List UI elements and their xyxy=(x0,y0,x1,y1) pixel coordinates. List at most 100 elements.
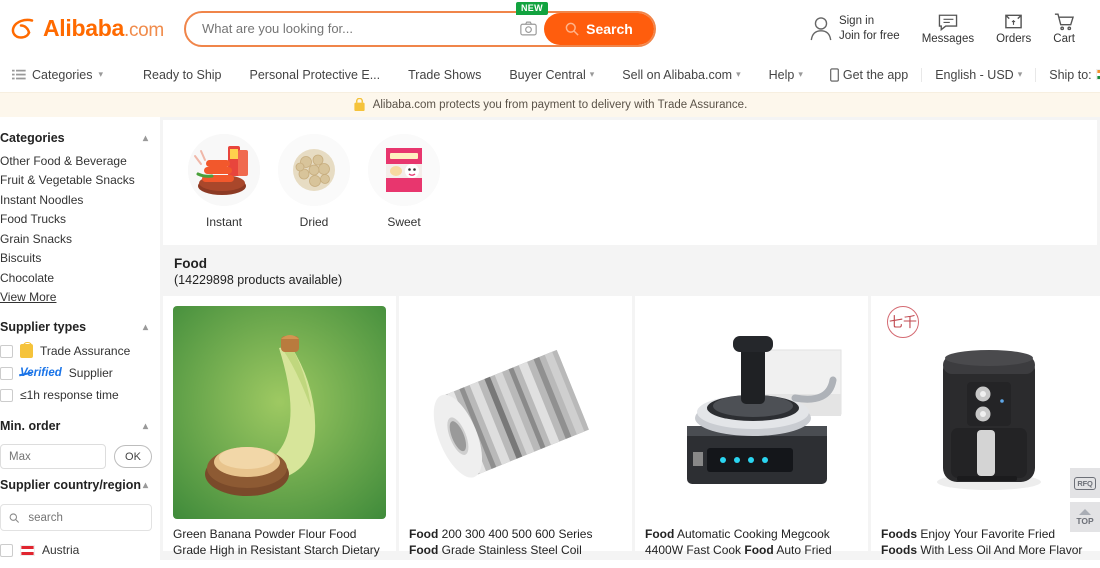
site-header: Alibaba.com Search NEW Sign in xyxy=(0,0,1100,57)
mobile-phone-icon xyxy=(830,67,839,82)
india-flag-icon xyxy=(1095,69,1100,80)
sidebar-view-more-link[interactable]: View More xyxy=(0,288,160,308)
sidebar-section-supplier-types-header[interactable]: Supplier types ▴ xyxy=(0,316,160,340)
category-label: Dried xyxy=(299,215,329,229)
checkbox[interactable] xyxy=(0,344,13,358)
nav-item-label: Trade Shows xyxy=(408,67,482,82)
image-search-camera-icon[interactable] xyxy=(514,13,544,45)
join-free-link[interactable]: Join for free xyxy=(839,29,900,44)
category-tile-dried[interactable]: Dried xyxy=(271,134,357,229)
filter-verified-supplier[interactable]: Verified Supplier xyxy=(0,362,160,384)
nav-item-label: Ready to Ship xyxy=(142,67,222,82)
product-title[interactable]: Foods Enjoy Your Favorite Fried Foods Wi… xyxy=(881,527,1094,560)
category-label: Instant xyxy=(205,215,243,229)
header-actions: Sign in Join for free Messages Orders Ca… xyxy=(798,12,1086,45)
min-order-row: OK xyxy=(0,439,160,474)
chevron-down-icon: ▾ xyxy=(98,69,103,79)
product-image xyxy=(173,306,386,519)
product-card[interactable]: Food 200 300 400 500 600 Series Food Gra… xyxy=(399,296,632,557)
main-content: Instant Dried Sweet Food (14229898 produ… xyxy=(160,117,1100,560)
product-card[interactable]: Food Automatic Cooking Megcook 4400W Fas… xyxy=(635,296,868,560)
sidebar-item-biscuits[interactable]: Biscuits xyxy=(0,249,160,269)
product-title[interactable]: Food 200 300 400 500 600 Series Food Gra… xyxy=(409,527,622,558)
sidebar-section-country-header[interactable]: Supplier country/region ▴ xyxy=(0,474,160,498)
rfq-button[interactable]: RFQ xyxy=(1070,468,1100,498)
get-the-app-button[interactable]: Get the app xyxy=(817,68,921,82)
category-tile-sweet[interactable]: Sweet xyxy=(361,134,447,229)
product-title[interactable]: Green Banana Powder Flour Food Grade Hig… xyxy=(173,527,386,560)
chevron-down-icon: ▾ xyxy=(736,69,741,79)
supplier-types-title: Supplier types xyxy=(0,320,87,334)
filter-response-time[interactable]: ≤1h response time xyxy=(0,384,160,406)
hamburger-icon xyxy=(12,69,26,79)
language-currency-selector[interactable]: English - USD ▾ xyxy=(922,68,1035,82)
ship-to-selector[interactable]: Ship to: ▾ xyxy=(1036,68,1100,82)
orders-button[interactable]: Orders xyxy=(985,12,1042,45)
sidebar-item-instant-noodles[interactable]: Instant Noodles xyxy=(0,190,160,210)
nav-item-buyer-central[interactable]: Buyer Central ▾ xyxy=(495,68,608,82)
country-title: Supplier country/region xyxy=(0,478,141,492)
nav-item-personal-protective[interactable]: Personal Protective E... xyxy=(236,68,395,82)
account-menu[interactable]: Sign in Join for free xyxy=(798,14,911,43)
orders-label: Orders xyxy=(996,33,1032,45)
austria-flag-icon xyxy=(20,544,35,556)
product-card[interactable]: Green Banana Powder Flour Food Grade Hig… xyxy=(163,296,396,560)
dried-fruit-illustration xyxy=(278,134,350,206)
filter-trade-assurance[interactable]: Trade Assurance xyxy=(0,340,160,362)
nav-item-ready-to-ship[interactable]: Ready to Ship xyxy=(129,68,236,82)
chevron-up-icon: ▴ xyxy=(142,321,148,333)
category-tile-instant[interactable]: Instant xyxy=(181,134,267,229)
category-label: Sweet xyxy=(387,215,421,229)
search-icon xyxy=(565,22,579,36)
sweet-snack-pack-photo xyxy=(368,134,440,206)
checkbox[interactable] xyxy=(0,366,13,380)
message-icon xyxy=(938,14,958,31)
alibaba-logo[interactable]: Alibaba.com xyxy=(10,16,164,42)
sidebar-item-food-trucks[interactable]: Food Trucks xyxy=(0,210,160,230)
sidebar-item-other-food-beverage[interactable]: Other Food & Beverage xyxy=(0,151,160,171)
language-label: English - USD xyxy=(935,67,1014,82)
search-input[interactable] xyxy=(185,12,514,45)
checkbox[interactable] xyxy=(0,388,13,402)
product-grid: Green Banana Powder Flour Food Grade Hig… xyxy=(160,296,1100,560)
search-button-label: Search xyxy=(586,20,633,37)
sidebar-item-fruit-vegetable-snacks[interactable]: Fruit & Vegetable Snacks xyxy=(0,171,160,191)
top-label: TOP xyxy=(1076,515,1094,526)
sidebar-categories-title: Categories xyxy=(0,131,65,145)
stainless-steel-coil-photo xyxy=(409,306,622,519)
sign-in-link[interactable]: Sign in xyxy=(839,14,900,29)
ship-to-label: Ship to: xyxy=(1049,67,1092,82)
sidebar-item-chocolate[interactable]: Chocolate xyxy=(0,268,160,288)
cart-label: Cart xyxy=(1053,33,1075,45)
min-order-input[interactable] xyxy=(0,444,106,469)
logo-word: Alibaba xyxy=(43,15,124,41)
cooking-machine-photo xyxy=(645,306,858,519)
cart-button[interactable]: Cart xyxy=(1042,12,1086,45)
sidebar-item-grain-snacks[interactable]: Grain Snacks xyxy=(0,229,160,249)
chevron-down-icon: ▾ xyxy=(1017,69,1023,79)
country-search-box[interactable] xyxy=(0,504,152,531)
product-title[interactable]: Food Automatic Cooking Megcook 4400W Fas… xyxy=(645,527,858,560)
checkbox[interactable] xyxy=(0,543,13,557)
chevron-up-icon: ▴ xyxy=(142,420,148,432)
chevron-up-icon: ▴ xyxy=(142,132,148,144)
messages-button[interactable]: Messages xyxy=(911,13,985,45)
min-order-ok-button[interactable]: OK xyxy=(114,445,152,468)
chevron-down-icon: ▾ xyxy=(798,69,803,79)
sidebar-section-categories-header[interactable]: Categories ▴ xyxy=(0,127,160,151)
country-search-input[interactable] xyxy=(26,510,143,525)
nav-categories-button[interactable]: Categories ▾ xyxy=(8,68,111,82)
sidebar-section-min-order-header[interactable]: Min. order ▴ xyxy=(0,415,160,439)
product-card[interactable]: 七千 Foods Enjoy Your Favorite Fried Foods… xyxy=(871,296,1100,560)
logo-wordmark: Alibaba.com xyxy=(43,15,164,41)
back-to-top-button[interactable]: TOP xyxy=(1070,502,1100,532)
floating-action-rail: RFQ TOP xyxy=(1070,468,1100,532)
nav-item-trade-shows[interactable]: Trade Shows xyxy=(394,68,495,82)
search-bar[interactable]: Search NEW xyxy=(183,1,656,47)
results-title: Food xyxy=(174,256,207,271)
search-button[interactable]: Search xyxy=(543,12,654,45)
filter-country-austria[interactable]: Austria xyxy=(0,539,160,560)
nav-item-help[interactable]: Help ▾ xyxy=(755,68,817,82)
nav-item-sell-on-alibaba[interactable]: Sell on Alibaba.com ▾ xyxy=(608,68,754,82)
